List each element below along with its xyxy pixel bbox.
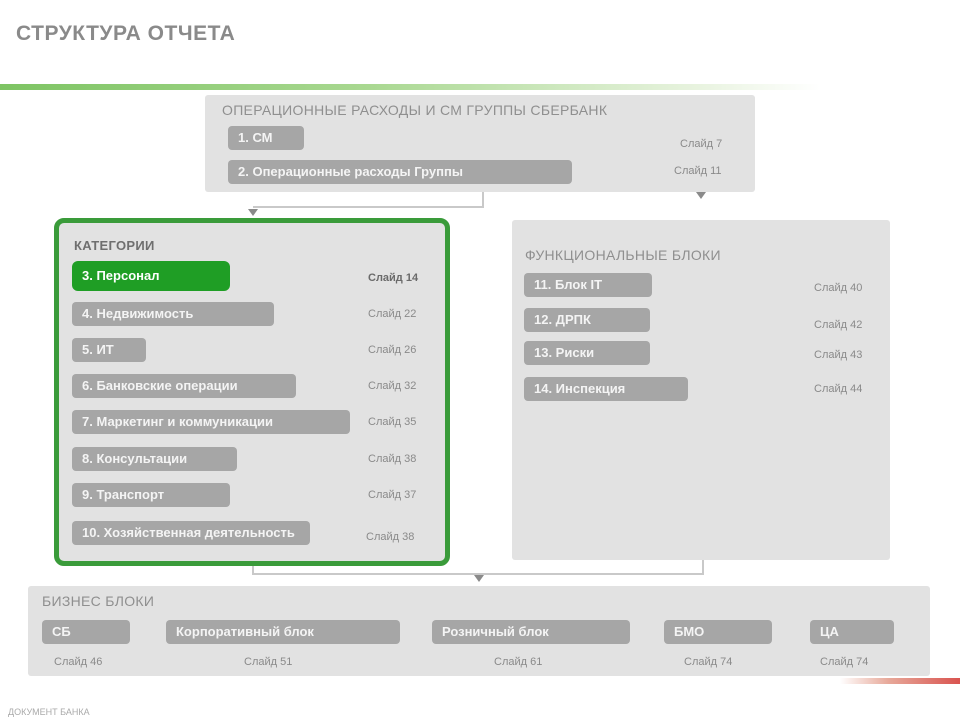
header-divider [0, 84, 820, 90]
category-item-marketing[interactable]: 7. Маркетинг и коммуникации [72, 410, 350, 434]
functional-item-it-block[interactable]: 11. Блок IT [524, 273, 652, 297]
top-item-cm[interactable]: 1. СМ [228, 126, 304, 150]
category-item-transport-ref[interactable]: Слайд 37 [368, 489, 416, 501]
functional-item-drpk[interactable]: 12. ДРПК [524, 308, 650, 332]
top-item-opex-ref[interactable]: Слайд 11 [674, 165, 722, 177]
top-panel-label: ОПЕРАЦИОННЫЕ РАСХОДЫ И СМ ГРУППЫ СБЕРБАН… [222, 102, 608, 118]
business-panel-label: БИЗНЕС БЛОКИ [42, 593, 155, 609]
arrow-down-icon [248, 209, 258, 216]
business-item-retail-ref[interactable]: Слайд 61 [494, 656, 542, 668]
business-item-sb[interactable]: СБ [42, 620, 130, 644]
connector-line [702, 560, 704, 574]
category-item-bank-ops[interactable]: 6. Банковские операции [72, 374, 296, 398]
page-title: СТРУКТУРА ОТЧЕТА [16, 22, 236, 45]
functional-item-risks-ref[interactable]: Слайд 43 [814, 349, 862, 361]
business-item-corporate-ref[interactable]: Слайд 51 [244, 656, 292, 668]
business-item-ca-ref[interactable]: Слайд 74 [820, 656, 868, 668]
connector-line [253, 206, 483, 208]
functional-item-it-block-ref[interactable]: Слайд 40 [814, 282, 862, 294]
business-item-bmo-ref[interactable]: Слайд 74 [684, 656, 732, 668]
top-item-cm-ref[interactable]: Слайд 7 [680, 138, 722, 150]
category-item-household-ref[interactable]: Слайд 38 [366, 531, 414, 543]
category-item-consulting[interactable]: 8. Консультации [72, 447, 237, 471]
category-item-personnel-ref[interactable]: Слайд 14 [368, 272, 418, 284]
category-item-marketing-ref[interactable]: Слайд 35 [368, 416, 416, 428]
business-item-corporate[interactable]: Корпоративный блок [166, 620, 400, 644]
category-item-real-estate[interactable]: 4. Недвижимость [72, 302, 274, 326]
category-item-personnel[interactable]: 3. Персонал [72, 261, 230, 291]
category-item-real-estate-ref[interactable]: Слайд 22 [368, 308, 416, 320]
footer-accent-line [840, 678, 960, 684]
category-item-consulting-ref[interactable]: Слайд 38 [368, 453, 416, 465]
category-item-it-ref[interactable]: Слайд 26 [368, 344, 416, 356]
category-item-household[interactable]: 10. Хозяйственная деятельность [72, 521, 310, 545]
functional-item-inspection-ref[interactable]: Слайд 44 [814, 383, 862, 395]
functional-item-inspection[interactable]: 14. Инспекция [524, 377, 688, 401]
business-item-sb-ref[interactable]: Слайд 46 [54, 656, 102, 668]
category-item-it[interactable]: 5. ИТ [72, 338, 146, 362]
category-item-bank-ops-ref[interactable]: Слайд 32 [368, 380, 416, 392]
arrow-down-icon [474, 575, 484, 582]
business-item-retail[interactable]: Розничный блок [432, 620, 630, 644]
business-item-ca[interactable]: ЦА [810, 620, 894, 644]
connector-line [482, 192, 484, 208]
footer-text: ДОКУМЕНТ БАНКА [8, 707, 90, 717]
categories-panel-label: КАТЕГОРИИ [74, 238, 155, 253]
business-item-bmo[interactable]: БМО [664, 620, 772, 644]
category-item-transport[interactable]: 9. Транспорт [72, 483, 230, 507]
top-item-opex[interactable]: 2. Операционные расходы Группы [228, 160, 572, 184]
functional-panel-label: ФУНКЦИОНАЛЬНЫЕ БЛОКИ [525, 247, 721, 263]
functional-item-risks[interactable]: 13. Риски [524, 341, 650, 365]
arrow-down-icon [696, 192, 706, 199]
functional-item-drpk-ref[interactable]: Слайд 42 [814, 319, 862, 331]
